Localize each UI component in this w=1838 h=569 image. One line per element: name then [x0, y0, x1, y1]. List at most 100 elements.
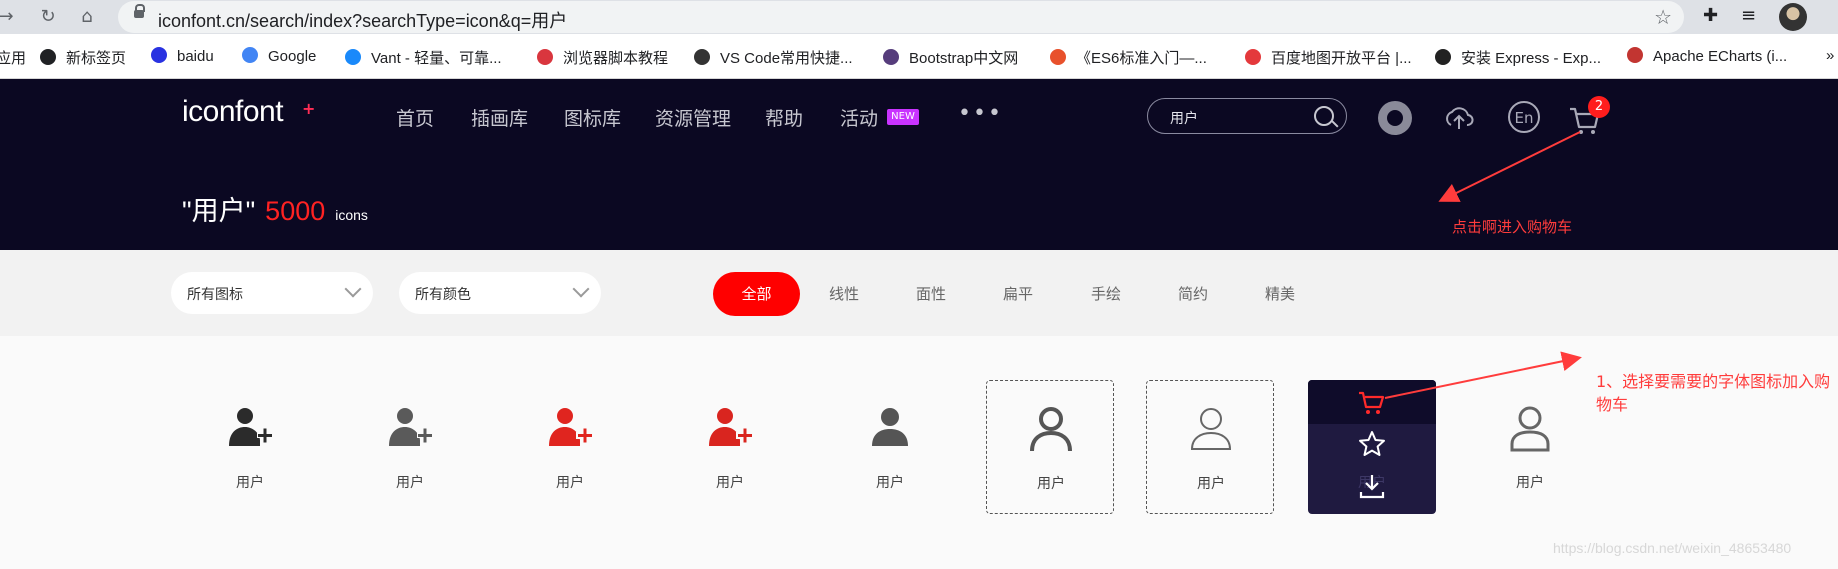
chevron-down-icon — [344, 280, 362, 298]
bookmark-favicon-icon — [1245, 49, 1261, 65]
more-menu-icon[interactable]: ••• — [958, 101, 1003, 126]
bookmark-vant[interactable]: Vant - 轻量、可靠... — [345, 47, 502, 68]
icon-card[interactable]: 用户 — [666, 380, 794, 514]
new-badge: NEW — [887, 109, 919, 125]
bookmark-vscode[interactable]: VS Code常用快捷... — [694, 47, 853, 68]
icon-label: 用户 — [236, 475, 264, 491]
nav-icon-library[interactable]: 图标库 — [564, 104, 621, 131]
user-outline-icon — [1030, 407, 1072, 452]
icon-label: 用户 — [556, 475, 584, 491]
icon-card[interactable]: 用户 — [986, 380, 1114, 514]
bookmark-new-tab[interactable]: 新标签页 — [40, 47, 126, 68]
extensions-icon[interactable]: ✚ — [1703, 5, 1718, 26]
bookmark-es6[interactable]: 《ES6标准入门—... — [1050, 47, 1207, 68]
reload-icon[interactable]: ↻ — [36, 5, 60, 29]
bookmark-baidu[interactable]: baidu — [151, 47, 214, 65]
icon-type-dropdown[interactable]: 所有图标 — [171, 272, 373, 314]
icon-card-hovered[interactable]: 用户 — [1308, 380, 1436, 514]
language-en-icon[interactable]: En — [1508, 101, 1540, 133]
icon-card[interactable]: 用户 — [186, 380, 314, 514]
bookmark-favicon-icon — [242, 47, 258, 63]
icon-label: 用户 — [1037, 476, 1065, 492]
icon-card[interactable]: 用户 — [826, 380, 954, 514]
icon-label: 用户 — [876, 475, 904, 491]
icon-label: 用户 — [1516, 475, 1544, 491]
search-input[interactable]: 用户 — [1147, 98, 1347, 134]
home-icon[interactable]: ⌂ — [75, 5, 99, 29]
bookmark-express[interactable]: 安装 Express - Exp... — [1435, 47, 1601, 68]
bookmark-apps[interactable]: 应用 — [0, 47, 26, 68]
style-tab-simple[interactable]: 简约 — [1178, 283, 1208, 304]
style-tab-solid[interactable]: 面性 — [916, 283, 946, 304]
bookmark-favicon-icon — [537, 49, 553, 65]
search-icon[interactable] — [1314, 106, 1334, 126]
user-add-icon — [709, 408, 754, 446]
dropdown-label: 所有图标 — [187, 287, 243, 303]
annotation-cart: 点击啊进入购物车 — [1452, 218, 1573, 236]
bookmarks-overflow-button[interactable]: » — [1826, 47, 1834, 64]
style-tab-hand-drawn[interactable]: 手绘 — [1091, 283, 1121, 304]
search-result-title: "用户" 5000 icons — [182, 189, 368, 228]
bookmark-google[interactable]: Google — [242, 47, 316, 65]
forward-icon[interactable]: → — [0, 5, 18, 29]
bookmark-favicon-icon — [40, 49, 56, 65]
icon-label: 用户 — [396, 475, 424, 491]
user-outline-icon — [1510, 406, 1550, 452]
bookmark-baidu-map[interactable]: 百度地图开放平台 |... — [1245, 47, 1412, 68]
bookmark-favicon-icon — [694, 49, 710, 65]
style-tab-all[interactable]: 全部 — [713, 272, 800, 316]
filter-bar: 所有图标 所有颜色 全部 线性 面性 扁平 手绘 简约 精美 — [0, 250, 1838, 336]
search-input-value[interactable]: 用户 — [1170, 108, 1198, 128]
user-add-icon — [549, 408, 594, 446]
style-tab-flat[interactable]: 扁平 — [1003, 283, 1033, 304]
icon-card[interactable]: 用户 — [506, 380, 634, 514]
icon-label: 用户 — [1197, 476, 1225, 492]
dropdown-label: 所有颜色 — [415, 287, 471, 303]
bookmark-script-tutorial[interactable]: 浏览器脚本教程 — [537, 47, 668, 68]
browser-toolbar: → ↻ ⌂ iconfont.cn/search/index?searchTyp… — [0, 0, 1838, 34]
chevron-down-icon — [572, 280, 590, 298]
add-to-cart-icon[interactable] — [1358, 388, 1386, 416]
nav-home[interactable]: 首页 — [396, 104, 434, 131]
nav-resource-management[interactable]: 资源管理 — [655, 104, 731, 131]
favorite-star-icon[interactable] — [1358, 430, 1386, 458]
result-unit: icons — [335, 207, 368, 223]
upload-cloud-icon[interactable] — [1442, 101, 1476, 135]
user-add-icon — [389, 408, 433, 446]
site-logo[interactable]: iconfont — [182, 95, 284, 129]
style-tab-linear[interactable]: 线性 — [829, 283, 859, 304]
watermark: https://blog.csdn.net/weixin_48653480 — [1553, 540, 1792, 556]
icon-grid: 用户 用户 用户 用户 用户 用户 用户 用户 用户 — [0, 336, 1838, 569]
bookmarks-bar: 应用 新标签页 baidu Google Vant - 轻量、可靠... 浏览器… — [0, 34, 1838, 79]
icon-label: 用户 — [716, 475, 744, 491]
bookmark-favicon-icon — [345, 49, 361, 65]
screen: → ↻ ⌂ iconfont.cn/search/index?searchTyp… — [0, 0, 1838, 569]
bookmark-favicon-icon — [1627, 47, 1643, 63]
download-icon[interactable] — [1358, 472, 1386, 500]
icon-card[interactable]: 用户 — [1146, 380, 1274, 514]
url-text[interactable]: iconfont.cn/search/index?searchType=icon… — [158, 7, 567, 33]
site-header: iconfont + 首页 插画库 图标库 资源管理 帮助 活动 NEW •••… — [0, 79, 1838, 250]
bookmark-favicon-icon — [883, 49, 899, 65]
user-outline-icon — [1190, 408, 1232, 450]
style-tab-exquisite[interactable]: 精美 — [1265, 283, 1295, 304]
icon-card[interactable]: 用户 — [1466, 380, 1594, 514]
bookmark-favicon-icon — [1050, 49, 1066, 65]
icon-color-dropdown[interactable]: 所有颜色 — [399, 272, 601, 314]
result-query: "用户" — [182, 196, 256, 226]
nav-illustrations[interactable]: 插画库 — [471, 104, 528, 131]
cart-count-badge: 2 — [1588, 96, 1610, 118]
reading-list-icon[interactable]: ≡ — [1741, 5, 1756, 26]
bookmark-bootstrap[interactable]: Bootstrap中文网 — [883, 47, 1018, 68]
nav-help[interactable]: 帮助 — [765, 104, 803, 131]
nav-events[interactable]: 活动 — [840, 104, 878, 131]
bookmark-echarts[interactable]: Apache ECharts (i... — [1627, 47, 1787, 65]
icon-card[interactable]: 用户 — [346, 380, 474, 514]
bookmark-star-icon[interactable]: ☆ — [1654, 5, 1672, 29]
github-icon[interactable] — [1378, 101, 1412, 135]
user-add-icon — [229, 408, 273, 446]
profile-avatar[interactable] — [1779, 3, 1807, 31]
bookmark-favicon-icon — [151, 47, 167, 63]
user-icon — [872, 408, 908, 446]
address-bar[interactable]: iconfont.cn/search/index?searchType=icon… — [118, 1, 1684, 33]
